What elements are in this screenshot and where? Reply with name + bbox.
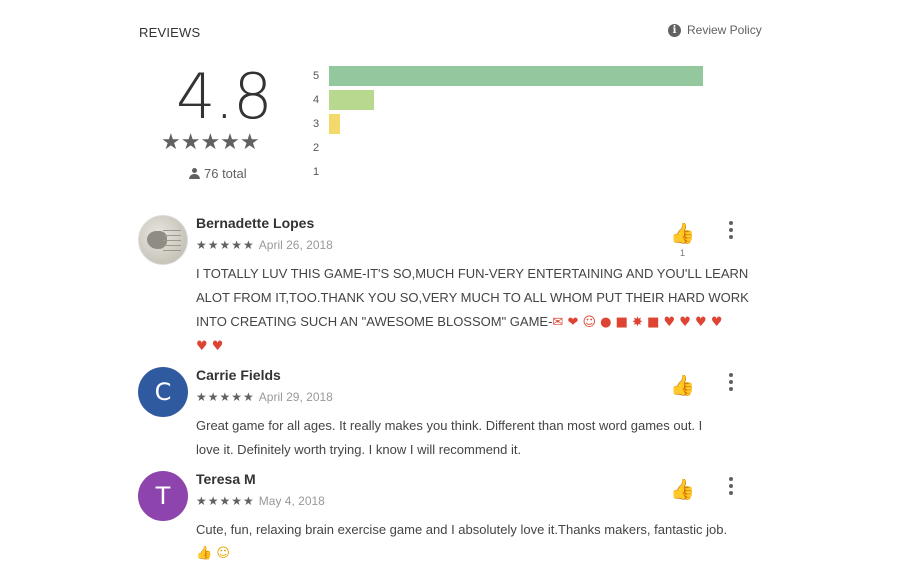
histogram-row: 2 bbox=[313, 136, 763, 160]
histogram-row: 5 bbox=[313, 64, 763, 88]
person-icon bbox=[189, 168, 200, 179]
reviewer-name: Teresa M bbox=[196, 471, 256, 487]
thumbs-up-icon[interactable]: 👍 bbox=[670, 221, 695, 246]
emoji-row: ♥ ♥ bbox=[196, 339, 224, 354]
avatar: C bbox=[138, 367, 188, 417]
histogram-label: 2 bbox=[313, 142, 320, 154]
review-stars: ★★★★★ bbox=[196, 494, 255, 508]
thumbs-up-icon[interactable]: 👍 bbox=[670, 477, 695, 502]
avatar bbox=[138, 215, 188, 265]
reviews-heading: REVIEWS bbox=[139, 25, 201, 40]
review-text: I TOTALLY LUV THIS GAME-IT'S SO,MUCH FUN… bbox=[196, 262, 761, 359]
review-text: Cute, fun, relaxing brain exercise game … bbox=[196, 518, 761, 566]
review-item: T Teresa M ★★★★★ May 4, 2018 Cute, fun, … bbox=[138, 471, 763, 571]
thumbs-up-icon[interactable]: 👍 bbox=[670, 373, 695, 398]
total-ratings: 76 total bbox=[189, 166, 247, 181]
review-item: C Carrie Fields ★★★★★ April 29, 2018 Gre… bbox=[138, 367, 763, 462]
average-rating: 4.8 bbox=[176, 60, 273, 133]
review-stars: ★★★★★ bbox=[196, 238, 255, 252]
review-date: April 26, 2018 bbox=[258, 238, 333, 252]
helpful-count: 1 bbox=[680, 248, 686, 258]
histogram-row: 3 bbox=[313, 112, 763, 136]
review-text: Great game for all ages. It really makes… bbox=[196, 418, 703, 457]
review-policy-label: Review Policy bbox=[687, 23, 762, 37]
histogram-row: 4 bbox=[313, 88, 763, 112]
review-stars: ★★★★★ bbox=[196, 390, 255, 404]
more-vert-icon[interactable] bbox=[726, 477, 736, 495]
reviewer-name: Carrie Fields bbox=[196, 367, 281, 383]
info-icon: i bbox=[668, 23, 681, 37]
histogram-row: 1 bbox=[313, 160, 763, 184]
more-vert-icon[interactable] bbox=[726, 373, 736, 391]
review-item: Bernadette Lopes ★★★★★ April 26, 2018 I … bbox=[138, 215, 763, 355]
reviewer-name: Bernadette Lopes bbox=[196, 215, 315, 231]
review-date: April 29, 2018 bbox=[258, 390, 333, 404]
rating-stars: ★★★★★ bbox=[161, 129, 260, 154]
histogram-label: 1 bbox=[313, 166, 320, 178]
avatar: T bbox=[138, 471, 188, 521]
review-meta: ★★★★★ May 4, 2018 bbox=[196, 494, 325, 508]
histogram-label: 3 bbox=[313, 118, 320, 130]
review-meta: ★★★★★ April 29, 2018 bbox=[196, 390, 333, 404]
histogram-label: 5 bbox=[313, 70, 320, 82]
histogram-bar bbox=[329, 90, 374, 110]
histogram-label: 4 bbox=[313, 94, 320, 106]
review-policy-link[interactable]: i Review Policy bbox=[668, 23, 762, 37]
total-label: 76 total bbox=[204, 166, 247, 181]
histogram-bar bbox=[329, 66, 703, 86]
emoji-row: 👍 ☺ bbox=[196, 546, 230, 561]
emoji-row: ✉ ❤ ☺ ● ■ ✸ ■ ♥ ♥ ♥ ♥ bbox=[552, 315, 723, 330]
histogram-bar bbox=[329, 114, 340, 134]
review-meta: ★★★★★ April 26, 2018 bbox=[196, 238, 333, 252]
review-date: May 4, 2018 bbox=[258, 494, 325, 508]
more-vert-icon[interactable] bbox=[726, 221, 736, 239]
rating-histogram: 5 4 3 2 1 bbox=[313, 64, 763, 184]
